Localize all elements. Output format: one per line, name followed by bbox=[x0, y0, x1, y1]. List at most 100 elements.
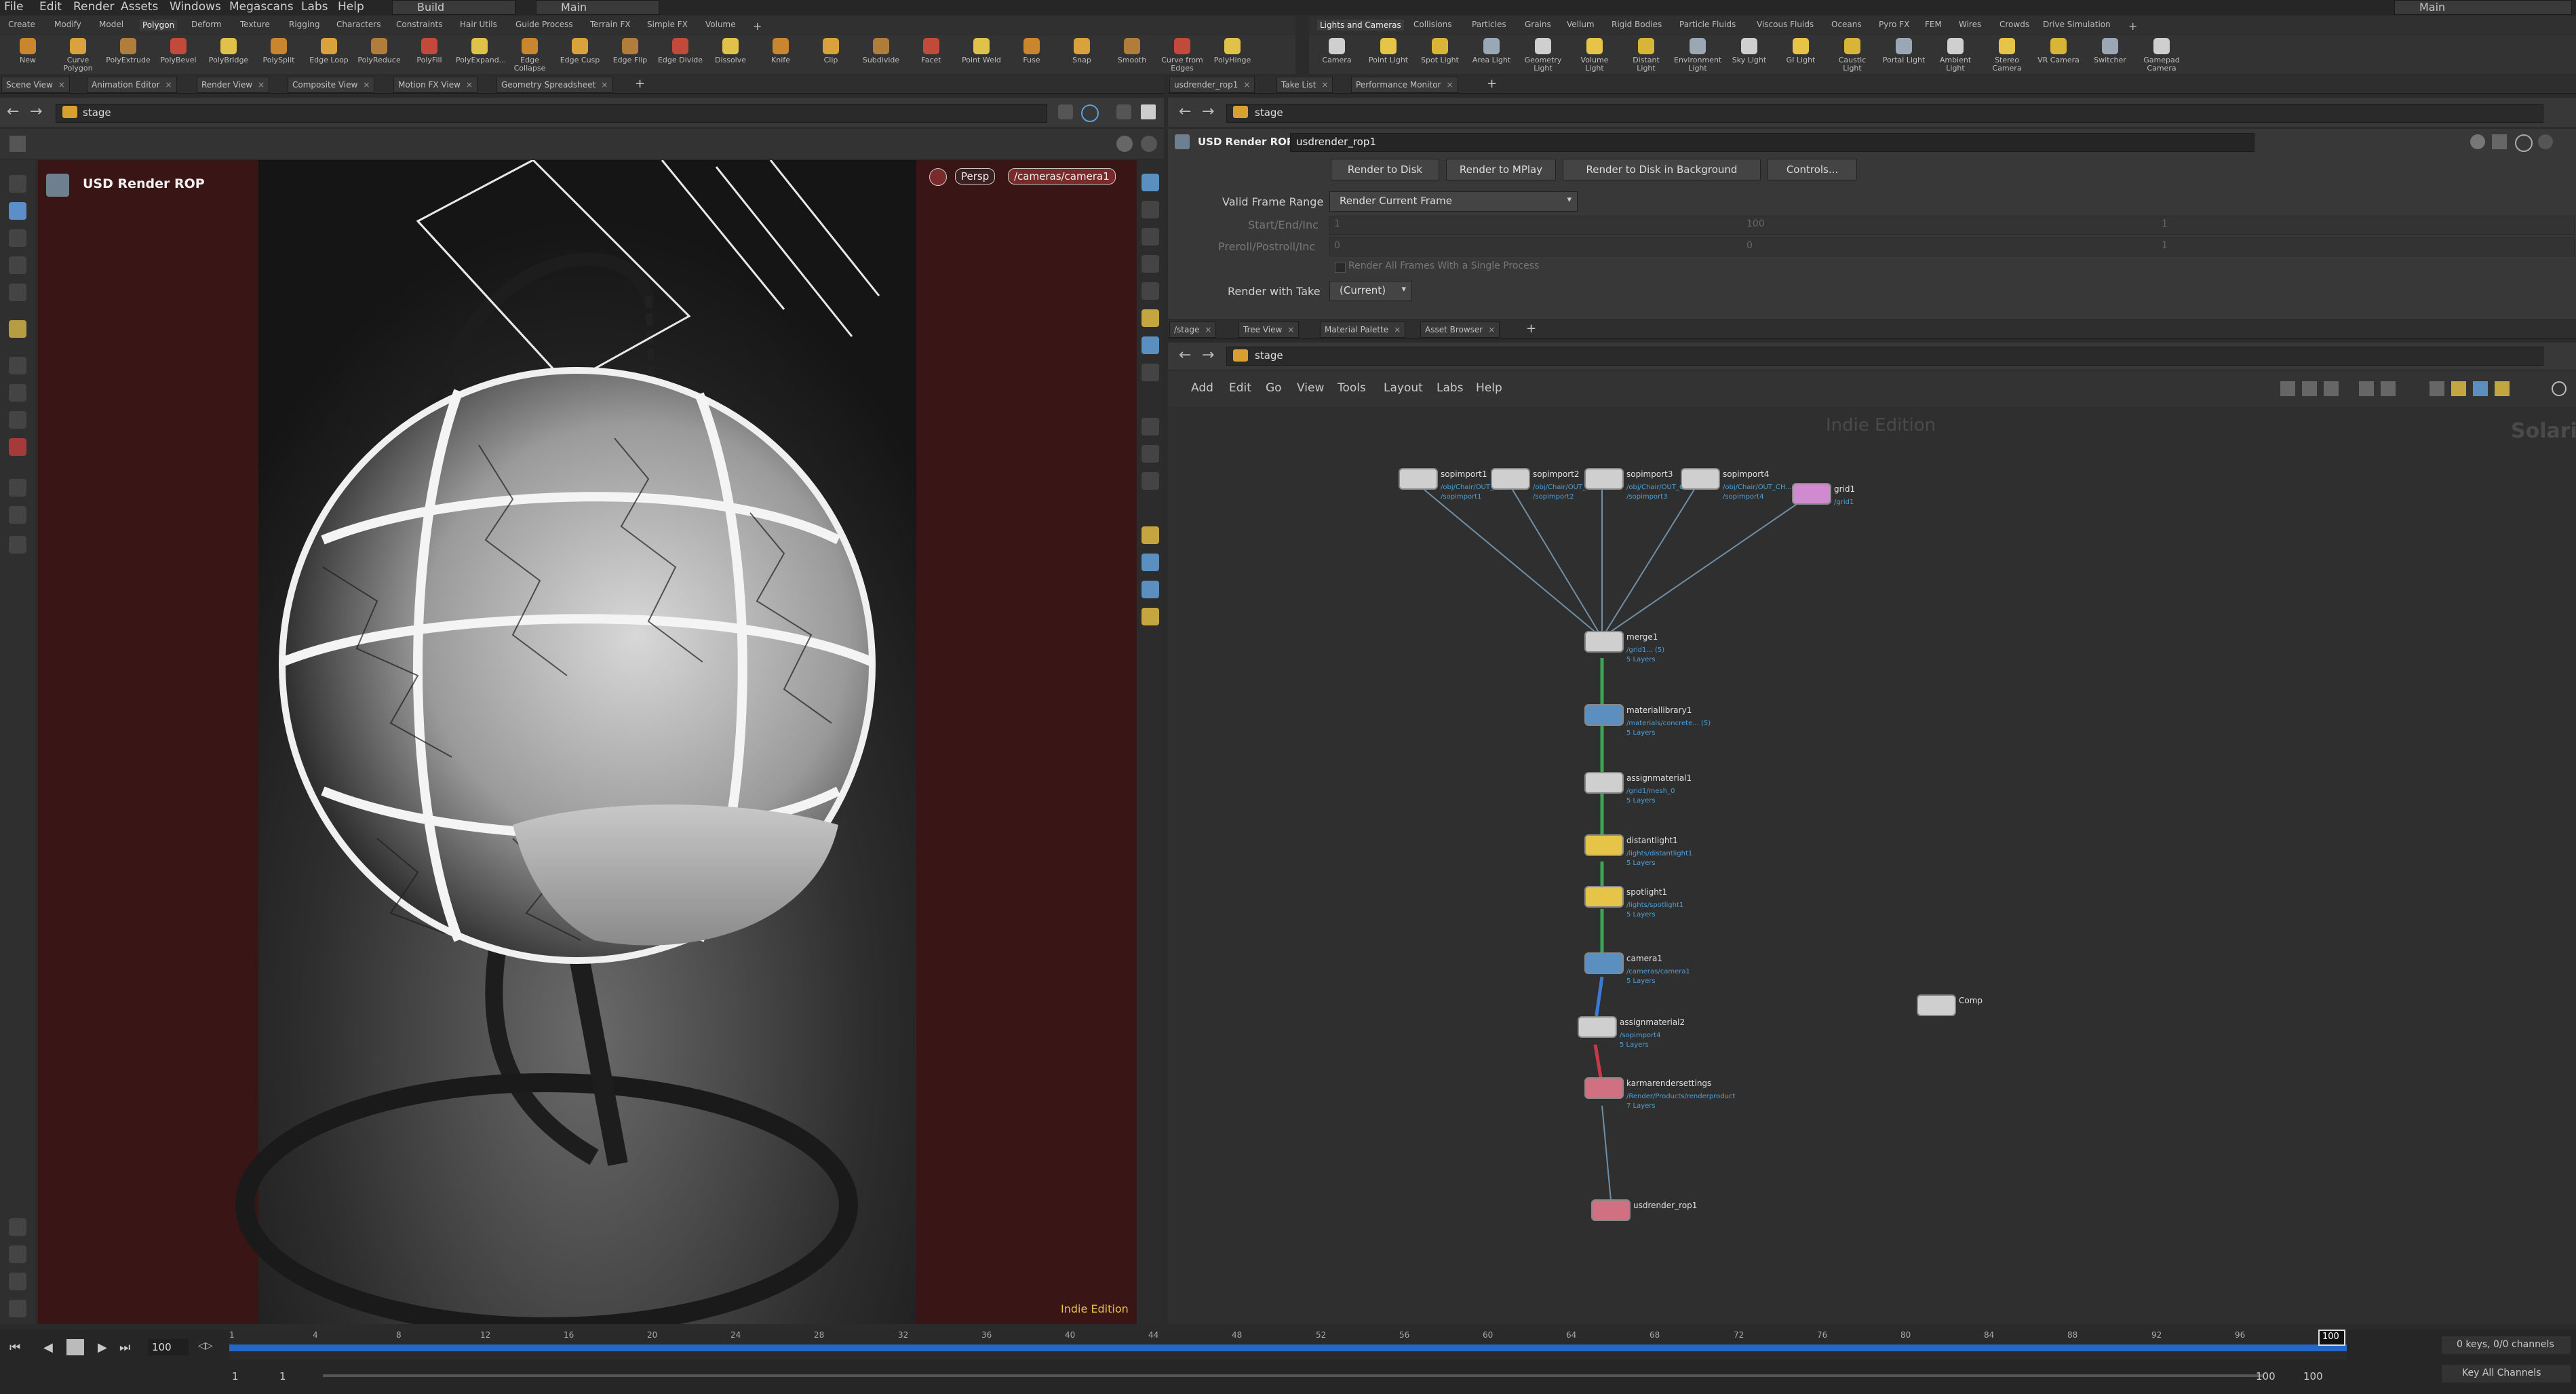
forward-arrow-icon[interactable]: → bbox=[1202, 103, 1214, 120]
camera-menu[interactable]: /cameras/camera1 bbox=[1008, 168, 1116, 185]
tab-render-view[interactable]: Render View × bbox=[197, 77, 270, 93]
camera-tool-icon[interactable] bbox=[9, 479, 26, 497]
node-icon[interactable] bbox=[1584, 834, 1624, 856]
controls-button[interactable]: Controls... bbox=[1768, 159, 1857, 180]
take-select[interactable]: (Current) ▾ bbox=[1329, 281, 1412, 301]
note-icon[interactable] bbox=[2451, 381, 2466, 396]
step-icon[interactable]: ◁▷ bbox=[198, 1340, 213, 1351]
shelf-tab-oceans[interactable]: Oceans bbox=[1831, 20, 1862, 29]
net-menu-go[interactable]: Go bbox=[1266, 381, 1282, 395]
tab-usdrender-rop1[interactable]: usdrender_rop1 × bbox=[1169, 77, 1255, 93]
pin-icon[interactable] bbox=[1058, 104, 1073, 119]
light-tool-14[interactable]: VR Camera bbox=[2035, 38, 2082, 64]
polygon-tool-7[interactable]: PolyReduce bbox=[355, 38, 403, 64]
magnet-icon[interactable] bbox=[9, 438, 26, 456]
add-tab-icon[interactable]: + bbox=[635, 77, 645, 91]
close-icon[interactable]: × bbox=[601, 80, 608, 90]
net-menu-labs[interactable]: Labs bbox=[1437, 381, 1464, 395]
tab-material-palette[interactable]: Material Palette × bbox=[1320, 322, 1406, 338]
range-start-2[interactable]: 1 bbox=[279, 1370, 286, 1382]
polygon-tool-21[interactable]: Snap bbox=[1058, 38, 1106, 64]
node-icon[interactable] bbox=[1584, 952, 1624, 974]
bottom-tool-icon[interactable] bbox=[9, 1273, 26, 1290]
grid-menu-icon[interactable] bbox=[9, 136, 26, 152]
tab-take-list[interactable]: Take List × bbox=[1276, 77, 1333, 93]
polygon-tool-0[interactable]: New bbox=[4, 38, 52, 64]
light-tool-9[interactable]: GI Light bbox=[1777, 38, 1824, 64]
shelf-tab-grains[interactable]: Grains bbox=[1525, 20, 1551, 29]
polygon-tool-13[interactable]: Edge Divide bbox=[657, 38, 704, 64]
range-end-2[interactable]: 100 bbox=[2303, 1370, 2323, 1382]
view-tool-icon[interactable] bbox=[9, 229, 26, 247]
forward-arrow-icon[interactable]: → bbox=[1202, 347, 1214, 364]
bottom-tool-icon[interactable] bbox=[9, 1245, 26, 1263]
node-icon[interactable] bbox=[1584, 704, 1624, 726]
light-tool-6[interactable]: Distant Light bbox=[1622, 38, 1670, 73]
handle-tool-icon[interactable] bbox=[9, 320, 26, 338]
light-tool-12[interactable]: Ambient Light bbox=[1932, 38, 1979, 73]
bottom-tool-icon[interactable] bbox=[9, 1218, 26, 1236]
search-icon[interactable] bbox=[2552, 381, 2567, 396]
menu-labs[interactable]: Labs bbox=[301, 0, 328, 14]
key-all-channels-button[interactable]: Key All Channels bbox=[2442, 1365, 2571, 1382]
display-icon[interactable] bbox=[1141, 228, 1159, 246]
net-menu-edit[interactable]: Edit bbox=[1229, 381, 1251, 395]
polygon-tool-18[interactable]: Facet bbox=[908, 38, 955, 64]
net-menu-help[interactable]: Help bbox=[1476, 381, 1502, 395]
node-icon[interactable] bbox=[1491, 468, 1530, 490]
render-to-disk-button[interactable]: Render to Disk bbox=[1331, 159, 1439, 180]
frame-marker[interactable]: 100 bbox=[2318, 1330, 2345, 1346]
close-icon[interactable]: × bbox=[58, 80, 65, 90]
polygon-tool-15[interactable]: Knife bbox=[757, 38, 804, 64]
tab-performance-monitor[interactable]: Performance Monitor × bbox=[1351, 77, 1458, 93]
light-tool-10[interactable]: Caustic Light bbox=[1829, 38, 1876, 73]
preroll-fields[interactable]: 0 0 1 bbox=[1329, 237, 2575, 256]
path-field[interactable] bbox=[1226, 347, 2543, 366]
menu-assets[interactable]: Assets bbox=[121, 0, 158, 14]
menu-edit[interactable]: Edit bbox=[39, 0, 62, 14]
range-end[interactable]: 100 bbox=[2256, 1370, 2276, 1382]
start-end-fields[interactable]: 1 100 1 bbox=[1329, 216, 2575, 235]
node-icon[interactable] bbox=[1681, 468, 1720, 490]
add-shelf-tab-icon[interactable]: + bbox=[753, 20, 762, 33]
link-icon[interactable] bbox=[1081, 104, 1099, 122]
close-icon[interactable]: × bbox=[1205, 325, 1211, 334]
grid-icon[interactable] bbox=[2359, 381, 2374, 396]
valid-frame-select[interactable]: Render Current Frame ▾ bbox=[1329, 191, 1578, 212]
net-menu-view[interactable]: View bbox=[1297, 381, 1324, 395]
menu-windows[interactable]: Windows bbox=[170, 0, 221, 14]
help-icon[interactable] bbox=[2538, 134, 2553, 149]
light-tool-3[interactable]: Area Light bbox=[1468, 38, 1515, 64]
shelf-tab-guide-process[interactable]: Guide Process bbox=[515, 20, 573, 29]
close-icon[interactable]: × bbox=[1321, 80, 1328, 90]
grid-icon[interactable] bbox=[2381, 381, 2396, 396]
polygon-tool-4[interactable]: PolyBridge bbox=[205, 38, 252, 64]
persp-menu[interactable]: Persp bbox=[955, 168, 996, 185]
display-icon[interactable] bbox=[1141, 309, 1159, 327]
single-process-checkbox[interactable] bbox=[1335, 262, 1346, 273]
net-menu-add[interactable]: Add bbox=[1191, 381, 1213, 395]
close-icon[interactable]: × bbox=[1243, 80, 1250, 90]
polygon-tool-19[interactable]: Point Weld bbox=[958, 38, 1005, 64]
shelf-tab-crowds[interactable]: Crowds bbox=[1999, 20, 2029, 29]
shelf-tab-collisions[interactable]: Collisions bbox=[1413, 20, 1452, 29]
close-icon[interactable]: × bbox=[1394, 325, 1401, 334]
display-icon[interactable] bbox=[1141, 201, 1159, 218]
light-tool-4[interactable]: Geometry Light bbox=[1519, 38, 1567, 73]
network-editor[interactable]: Indie Edition Solari sopimport1/obj/Chai… bbox=[1168, 407, 2576, 1324]
polygon-tool-3[interactable]: PolyBevel bbox=[155, 38, 202, 64]
menu-megascans[interactable]: Megascans bbox=[229, 0, 294, 14]
desktop-main-select[interactable]: Main bbox=[536, 0, 659, 15]
polygon-tool-17[interactable]: Subdivide bbox=[857, 38, 905, 64]
shelf-tab-rigging[interactable]: Rigging bbox=[289, 20, 319, 29]
close-icon[interactable]: × bbox=[363, 80, 370, 90]
desktop-build-select[interactable]: Build bbox=[392, 0, 515, 15]
close-icon[interactable]: × bbox=[1488, 325, 1495, 334]
shelf-tab-pyro-fx[interactable]: Pyro FX bbox=[1879, 20, 1909, 29]
path-field[interactable] bbox=[1226, 104, 2543, 123]
tab-tree-view[interactable]: Tree View × bbox=[1238, 322, 1300, 338]
add-shelf-tab-right-icon[interactable]: + bbox=[2128, 20, 2137, 33]
display-icon[interactable] bbox=[1141, 554, 1159, 571]
jump-end-icon[interactable]: ⏭ bbox=[119, 1340, 130, 1355]
timeline-scrubber[interactable]: 1 4 8 12 16 20 24 28 32 36 40 44 48 52 56 60 64 68 72 76 80 8… bbox=[229, 1330, 2347, 1359]
